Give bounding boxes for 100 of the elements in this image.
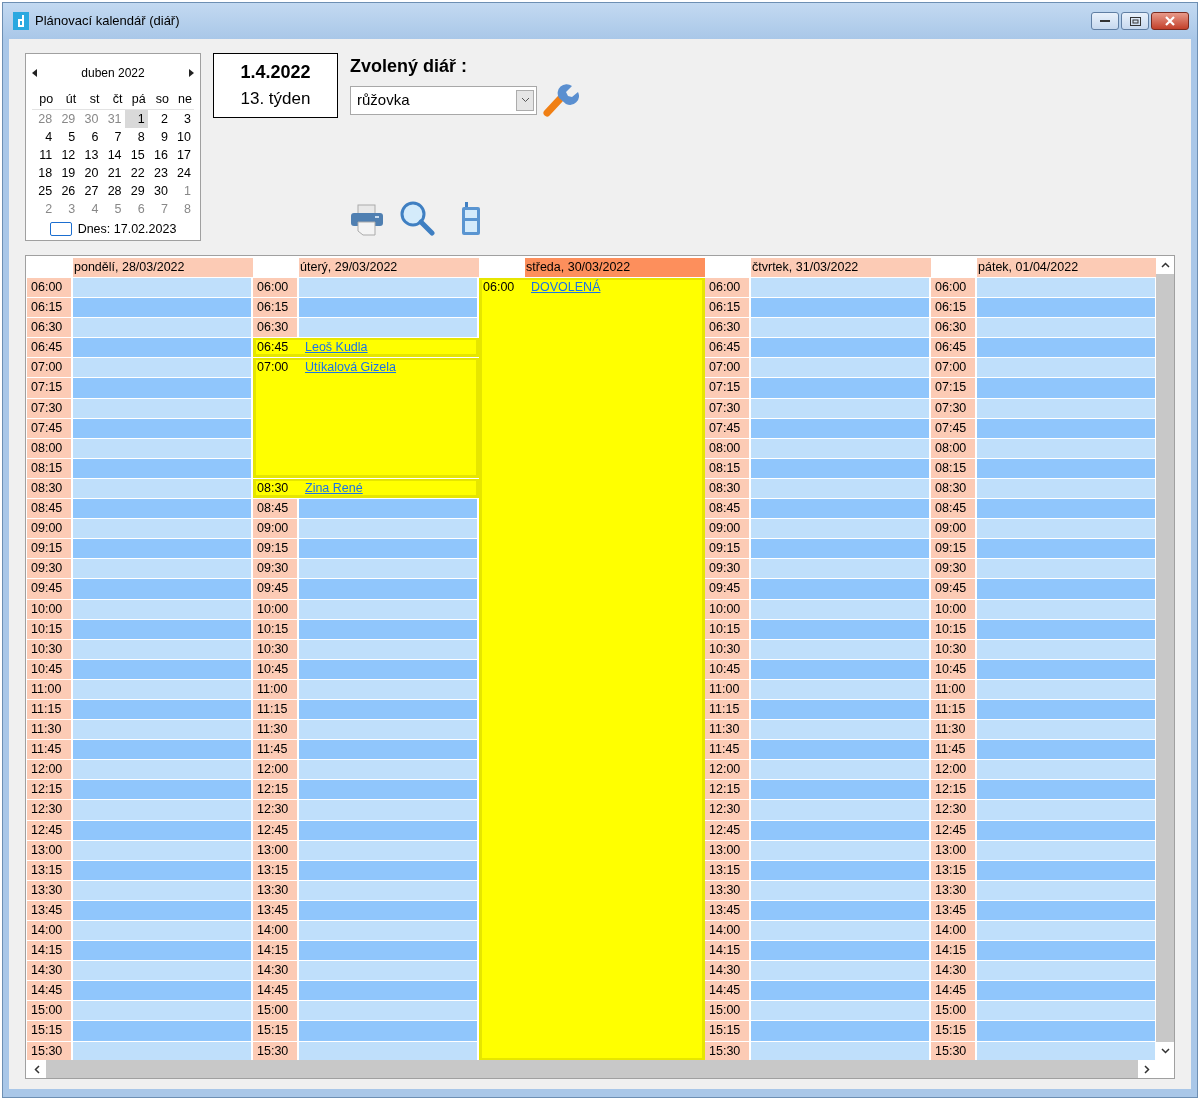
- time-slot[interactable]: [299, 599, 477, 619]
- time-slot[interactable]: [977, 499, 1155, 519]
- time-slot[interactable]: [73, 438, 251, 458]
- time-slot[interactable]: [299, 941, 477, 961]
- time-slot[interactable]: [977, 699, 1155, 720]
- time-slot[interactable]: [73, 1041, 251, 1060]
- calendar-day[interactable]: 6: [78, 127, 102, 146]
- calendar-day[interactable]: 11: [32, 145, 56, 164]
- time-slot[interactable]: [299, 740, 477, 760]
- calendar-day[interactable]: 2: [147, 109, 171, 128]
- calendar-day[interactable]: 15: [124, 145, 148, 164]
- time-slot[interactable]: [751, 679, 929, 699]
- scroll-right-icon[interactable]: [1144, 1064, 1150, 1074]
- time-slot[interactable]: [751, 699, 929, 720]
- time-slot[interactable]: [299, 579, 477, 599]
- time-slot[interactable]: [73, 298, 251, 318]
- time-slot[interactable]: [751, 639, 929, 659]
- appointment[interactable]: 06:45 Leoš Kudla: [253, 338, 479, 358]
- close-button[interactable]: [1151, 12, 1189, 30]
- time-slot[interactable]: [73, 358, 251, 378]
- time-slot[interactable]: [299, 1041, 477, 1060]
- time-slot[interactable]: [977, 659, 1155, 679]
- horizontal-scrollbar[interactable]: [28, 1060, 1156, 1078]
- time-slot[interactable]: [299, 298, 477, 318]
- time-slot[interactable]: [73, 820, 251, 840]
- time-slot[interactable]: [751, 278, 929, 298]
- time-slot[interactable]: [299, 961, 477, 981]
- time-slot[interactable]: [977, 619, 1155, 639]
- time-slot[interactable]: [977, 921, 1155, 941]
- time-slot[interactable]: [299, 840, 477, 860]
- time-slot[interactable]: [73, 961, 251, 981]
- time-slot[interactable]: [977, 900, 1155, 920]
- calendar-day[interactable]: 8: [170, 199, 194, 218]
- calendar-day[interactable]: 3: [55, 199, 79, 218]
- time-slot[interactable]: [977, 860, 1155, 880]
- time-slot[interactable]: [299, 760, 477, 780]
- time-slot[interactable]: [299, 880, 477, 900]
- time-slot[interactable]: [73, 941, 251, 961]
- time-slot[interactable]: [751, 800, 929, 820]
- time-slot[interactable]: [73, 619, 251, 639]
- time-slot[interactable]: [751, 559, 929, 579]
- time-slot[interactable]: [751, 921, 929, 941]
- time-slot[interactable]: [977, 438, 1155, 458]
- time-slot[interactable]: [751, 900, 929, 920]
- time-slot[interactable]: [299, 278, 477, 298]
- calendar-day[interactable]: 8: [124, 127, 148, 146]
- calendar-day[interactable]: 7: [147, 199, 171, 218]
- printer-icon[interactable]: [350, 204, 384, 236]
- time-slot[interactable]: [73, 458, 251, 478]
- time-slot[interactable]: [73, 780, 251, 800]
- time-slot[interactable]: [299, 679, 477, 699]
- time-slot[interactable]: [299, 720, 477, 740]
- time-slot[interactable]: [751, 941, 929, 961]
- time-slot[interactable]: [751, 338, 929, 358]
- time-slot[interactable]: [751, 499, 929, 519]
- time-slot[interactable]: [73, 519, 251, 539]
- time-slot[interactable]: [73, 579, 251, 599]
- prev-month-icon[interactable]: [32, 69, 38, 77]
- calendar-day[interactable]: 1: [170, 181, 194, 200]
- time-slot[interactable]: [977, 278, 1155, 298]
- time-slot[interactable]: [977, 981, 1155, 1001]
- calendar-day[interactable]: 14: [101, 145, 125, 164]
- time-slot[interactable]: [977, 599, 1155, 619]
- calendar-day[interactable]: 30: [147, 181, 171, 200]
- time-slot[interactable]: [977, 559, 1155, 579]
- time-slot[interactable]: [751, 981, 929, 1001]
- time-slot[interactable]: [751, 519, 929, 539]
- time-slot[interactable]: [751, 478, 929, 499]
- time-slot[interactable]: [299, 539, 477, 559]
- time-slot[interactable]: [751, 378, 929, 398]
- time-slot[interactable]: [977, 398, 1155, 418]
- appointment[interactable]: 08:30 Zina René: [253, 478, 479, 499]
- time-slot[interactable]: [751, 619, 929, 639]
- time-slot[interactable]: [751, 780, 929, 800]
- time-slot[interactable]: [977, 720, 1155, 740]
- calendar-day[interactable]: 29: [55, 109, 79, 128]
- calendar-day[interactable]: 28: [32, 109, 56, 128]
- time-slot[interactable]: [977, 679, 1155, 699]
- calendar-day[interactable]: 17: [170, 145, 194, 164]
- minimize-button[interactable]: [1091, 12, 1119, 30]
- time-slot[interactable]: [751, 860, 929, 880]
- calendar-day[interactable]: 28: [101, 181, 125, 200]
- calendar-day[interactable]: 22: [124, 163, 148, 182]
- time-slot[interactable]: [73, 418, 251, 438]
- time-slot[interactable]: [299, 519, 477, 539]
- scroll-left-icon[interactable]: [34, 1064, 40, 1074]
- time-slot[interactable]: [299, 639, 477, 659]
- time-slot[interactable]: [299, 619, 477, 639]
- calendar-day[interactable]: 18: [32, 163, 56, 182]
- diary-select[interactable]: růžovka: [350, 85, 537, 115]
- time-slot[interactable]: [299, 699, 477, 720]
- calendar-day[interactable]: 12: [55, 145, 79, 164]
- appointment[interactable]: 06:00 DOVOLENÁ: [479, 278, 705, 1060]
- time-slot[interactable]: [977, 941, 1155, 961]
- calendar-day[interactable]: 2: [32, 199, 56, 218]
- time-slot[interactable]: [751, 298, 929, 318]
- calendar-day[interactable]: 9: [147, 127, 171, 146]
- time-slot[interactable]: [73, 720, 251, 740]
- time-slot[interactable]: [751, 398, 929, 418]
- time-slot[interactable]: [751, 961, 929, 981]
